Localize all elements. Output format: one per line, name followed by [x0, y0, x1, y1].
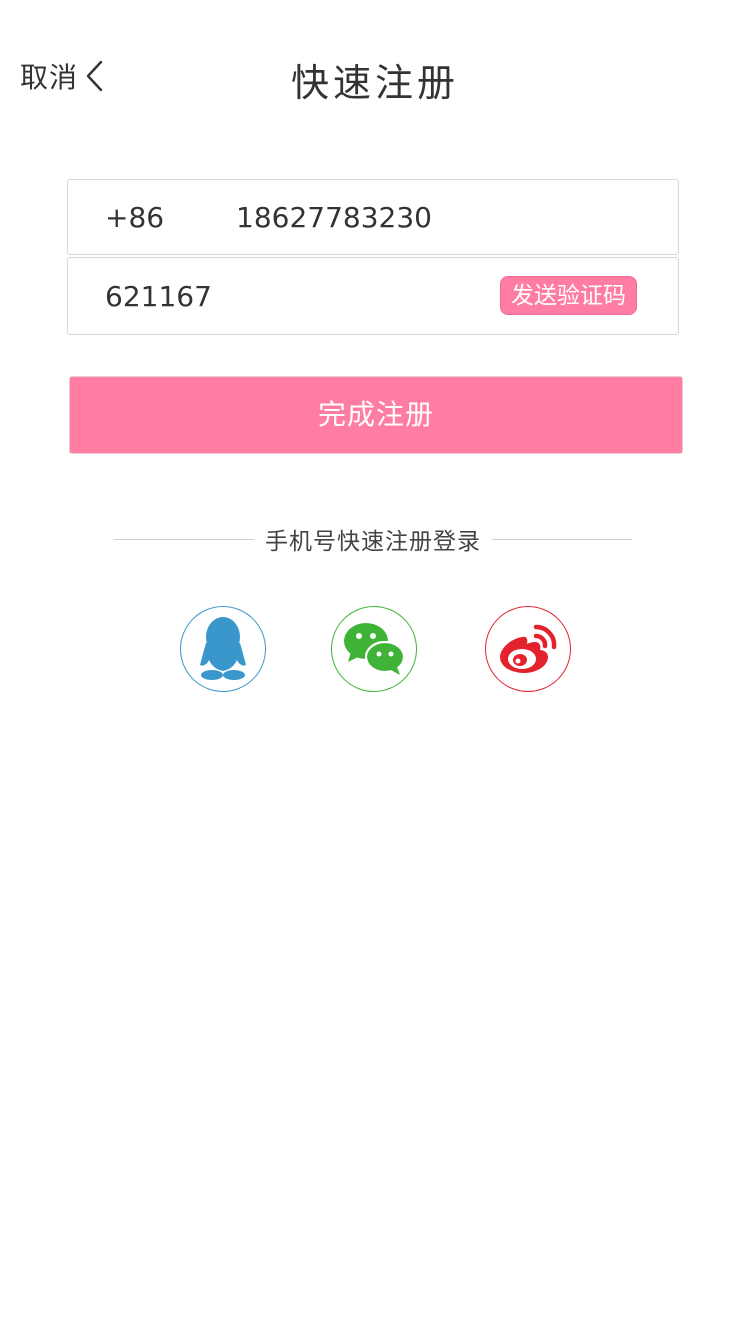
code-input[interactable]	[105, 258, 485, 334]
divider-text: 手机号快速注册登录	[265, 529, 481, 555]
submit-button[interactable]: 完成注册	[69, 376, 683, 454]
divider-line-right	[492, 539, 632, 540]
divider-line-left	[114, 539, 254, 540]
weibo-icon	[500, 624, 557, 673]
header: 取消 快速注册	[0, 0, 750, 160]
qq-login-button[interactable]	[180, 606, 266, 692]
country-code[interactable]: +86	[105, 180, 164, 256]
phone-field: +86	[67, 179, 679, 255]
wechat-icon	[344, 623, 405, 675]
send-code-button[interactable]: 发送验证码	[500, 276, 637, 315]
wechat-login-button[interactable]	[331, 606, 417, 692]
weibo-login-button[interactable]	[485, 606, 571, 692]
phone-input[interactable]	[236, 180, 636, 254]
code-field: 发送验证码	[67, 257, 679, 335]
qq-icon	[200, 617, 246, 680]
page-title: 快速注册	[290, 61, 459, 105]
